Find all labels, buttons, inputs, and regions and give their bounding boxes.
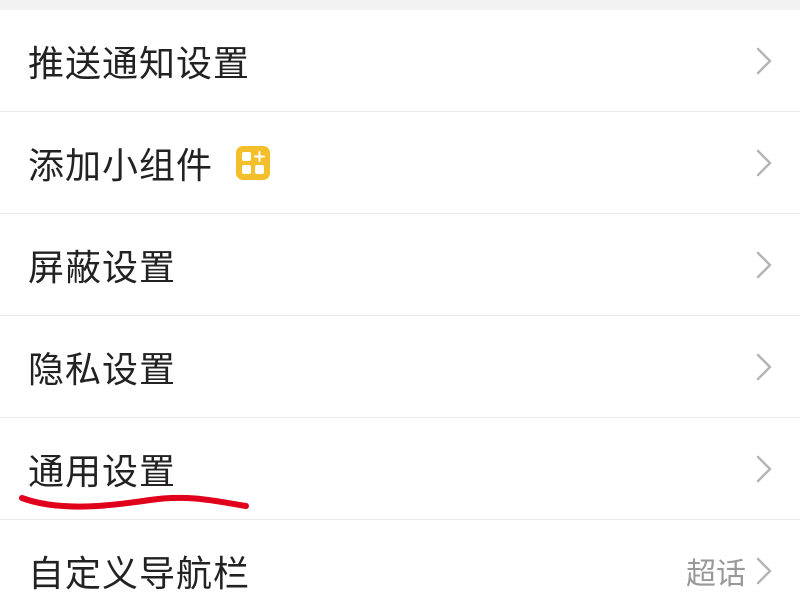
settings-item-right (752, 349, 776, 385)
settings-item-right (752, 451, 776, 487)
settings-item-right (752, 43, 776, 79)
chevron-right-icon (756, 47, 772, 74)
settings-item-privacy[interactable]: 隐私设置 (0, 316, 800, 418)
chevron-right-icon (756, 353, 772, 380)
top-separator (0, 0, 800, 10)
chevron-right-icon (756, 455, 772, 482)
widget-grid-icon (236, 145, 271, 180)
settings-item-add-widget[interactable]: 添加小组件 (0, 112, 800, 214)
settings-item-custom-navbar[interactable]: 自定义导航栏 超话 (0, 520, 800, 600)
settings-list: 推送通知设置 添加小组件 屏蔽设置 隐私设置 通用设置 自定义导航栏 超话 (0, 10, 800, 600)
settings-item-block[interactable]: 屏蔽设置 (0, 214, 800, 316)
settings-item-label: 屏蔽设置 (28, 247, 177, 289)
settings-item-label: 通用设置 (28, 451, 177, 493)
settings-item-label: 添加小组件 (28, 145, 214, 187)
settings-item-right (752, 145, 776, 181)
settings-item-value: 超话 (686, 557, 746, 592)
chevron-right-icon (756, 557, 772, 585)
chevron-right-icon (756, 149, 772, 176)
settings-item-label: 隐私设置 (28, 349, 177, 391)
settings-screen: 推送通知设置 添加小组件 屏蔽设置 隐私设置 通用设置 自定义导航栏 超话 (0, 0, 800, 600)
settings-item-right (752, 247, 776, 283)
settings-item-right: 超话 (686, 549, 776, 593)
chevron-right-icon (756, 251, 772, 278)
settings-item-general[interactable]: 通用设置 (0, 418, 800, 520)
settings-item-push-notifications[interactable]: 推送通知设置 (0, 10, 800, 112)
settings-item-label: 推送通知设置 (28, 43, 251, 85)
settings-item-label: 自定义导航栏 (28, 554, 251, 595)
